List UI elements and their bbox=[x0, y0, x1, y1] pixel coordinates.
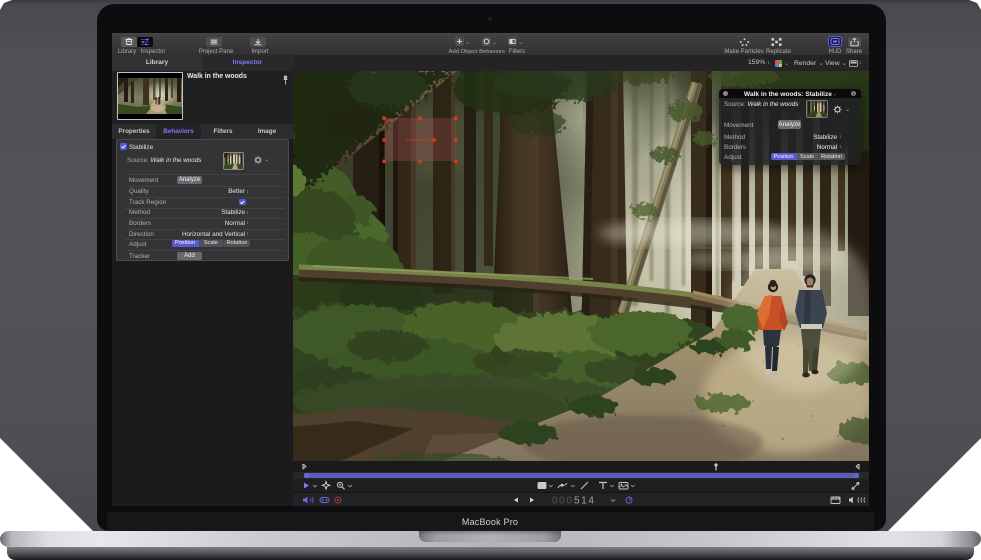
svg-text:514: 514 bbox=[574, 496, 596, 507]
svg-text:000: 000 bbox=[552, 496, 574, 507]
